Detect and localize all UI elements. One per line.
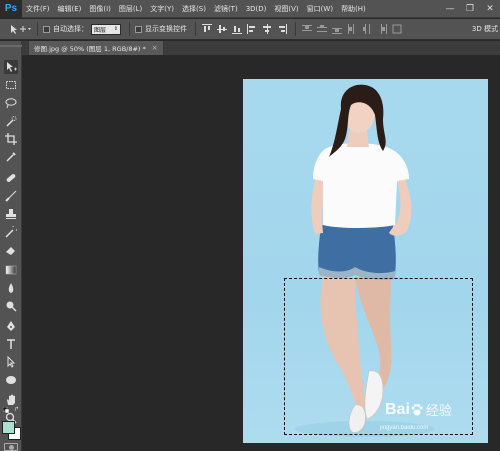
baidu-jingyan-watermark: Bai 经验: [385, 400, 452, 419]
document-tab-bar: 修图.jpg @ 50% (图层 1, RGB/8#) * ×: [22, 41, 500, 55]
distribute-vertical-center-icon[interactable]: [316, 24, 327, 35]
chevron-down-icon: ⇕: [113, 25, 118, 32]
show-transform-checkbox[interactable]: [135, 25, 142, 33]
gradient-tool-icon[interactable]: [4, 263, 18, 277]
menu-image[interactable]: 图像(I): [85, 4, 115, 14]
quick-select-tool-icon[interactable]: [4, 114, 18, 128]
tools-panel: ↱: [0, 41, 22, 451]
menu-view[interactable]: 视图(V): [270, 4, 302, 14]
crop-tool-icon[interactable]: [4, 132, 18, 146]
distribute-top-icon[interactable]: [301, 24, 312, 35]
lasso-tool-icon[interactable]: [4, 96, 18, 110]
distribute-horizontal-center-icon[interactable]: [361, 24, 372, 35]
eraser-tool-icon[interactable]: [4, 243, 18, 257]
distribute-bottom-icon[interactable]: [331, 24, 342, 35]
menu-file[interactable]: 文件(F): [22, 4, 54, 14]
align-bottom-icon[interactable]: [231, 24, 242, 35]
swap-colors-icon[interactable]: ↱: [14, 407, 20, 413]
quick-mask-icon[interactable]: [4, 443, 18, 451]
healing-brush-tool-icon[interactable]: [4, 171, 18, 185]
menu-select[interactable]: 选择(S): [178, 4, 210, 14]
menu-edit[interactable]: 编辑(E): [54, 4, 86, 14]
foreground-color-swatch[interactable]: [2, 421, 15, 434]
menu-type[interactable]: 文字(Y): [146, 4, 178, 14]
options-separator: [195, 22, 196, 36]
show-transform-label: 显示变换控件: [145, 25, 187, 33]
watermark-url: jingyan.baidu.com: [380, 425, 429, 431]
marquee-tool-icon[interactable]: [4, 78, 18, 92]
align-top-icon[interactable]: [201, 24, 212, 35]
watermark-brand: Bai: [385, 400, 410, 418]
auto-select-value: 图层: [94, 26, 107, 34]
window-controls: — ❐ ✕: [440, 0, 500, 18]
move-tool-icon[interactable]: [4, 60, 18, 74]
options-bar: 自动选择： 图层 ⇕ 显示变换控件 3D 模式: [0, 19, 500, 40]
default-colors-icon[interactable]: [2, 406, 10, 414]
menu-3d[interactable]: 3D(D): [242, 5, 271, 13]
options-separator: [37, 22, 38, 36]
hand-tool-icon[interactable]: [4, 393, 18, 407]
menu-bar: Ps 文件(F) 编辑(E) 图像(I) 图层(L) 文字(Y) 选择(S) 滤…: [0, 0, 500, 18]
history-brush-tool-icon[interactable]: [4, 225, 18, 239]
options-separator: [295, 22, 296, 36]
auto-select-checkbox[interactable]: [43, 25, 50, 33]
pen-tool-icon[interactable]: [4, 319, 18, 333]
restore-button[interactable]: ❐: [460, 0, 480, 18]
document-tab-title: 修图.jpg @ 50% (图层 1, RGB/8#) *: [34, 45, 146, 53]
eyedropper-tool-icon[interactable]: [4, 150, 18, 164]
photoshop-logo: Ps: [0, 0, 22, 18]
auto-align-icon[interactable]: [391, 24, 402, 35]
document-tab[interactable]: 修图.jpg @ 50% (图层 1, RGB/8#) * ×: [29, 41, 163, 55]
distribute-left-icon[interactable]: [346, 24, 357, 35]
shape-tool-icon[interactable]: [4, 373, 18, 387]
menu-help[interactable]: 帮助(H): [337, 4, 370, 14]
align-right-icon[interactable]: [276, 24, 287, 35]
watermark-brand-suffix: 经验: [425, 403, 452, 418]
menu-window[interactable]: 窗口(W): [303, 4, 337, 14]
close-button[interactable]: ✕: [480, 0, 500, 18]
distribute-right-icon[interactable]: [376, 24, 387, 35]
auto-select-dropdown[interactable]: 图层 ⇕: [91, 23, 121, 35]
paw-icon: [410, 403, 424, 417]
align-vertical-center-icon[interactable]: [216, 24, 227, 35]
auto-select-label: 自动选择：: [53, 25, 88, 33]
align-left-icon[interactable]: [246, 24, 257, 35]
path-select-tool-icon[interactable]: [4, 355, 18, 369]
align-horizontal-center-icon[interactable]: [261, 24, 272, 35]
type-tool-icon[interactable]: [4, 337, 18, 351]
options-separator: [129, 22, 130, 36]
3d-mode-label: 3D 模式: [471, 25, 498, 33]
blur-tool-icon[interactable]: [4, 281, 18, 295]
clone-stamp-tool-icon[interactable]: [4, 207, 18, 221]
menu-filter[interactable]: 滤镜(T): [210, 4, 242, 14]
minimize-button[interactable]: —: [440, 0, 460, 18]
panel-grip[interactable]: [0, 45, 22, 47]
close-tab-icon[interactable]: ×: [152, 44, 158, 52]
brush-tool-icon[interactable]: [4, 189, 18, 203]
move-tool-preset-icon[interactable]: [10, 24, 32, 35]
menu-layer[interactable]: 图层(L): [115, 4, 146, 14]
dodge-tool-icon[interactable]: [4, 299, 18, 313]
